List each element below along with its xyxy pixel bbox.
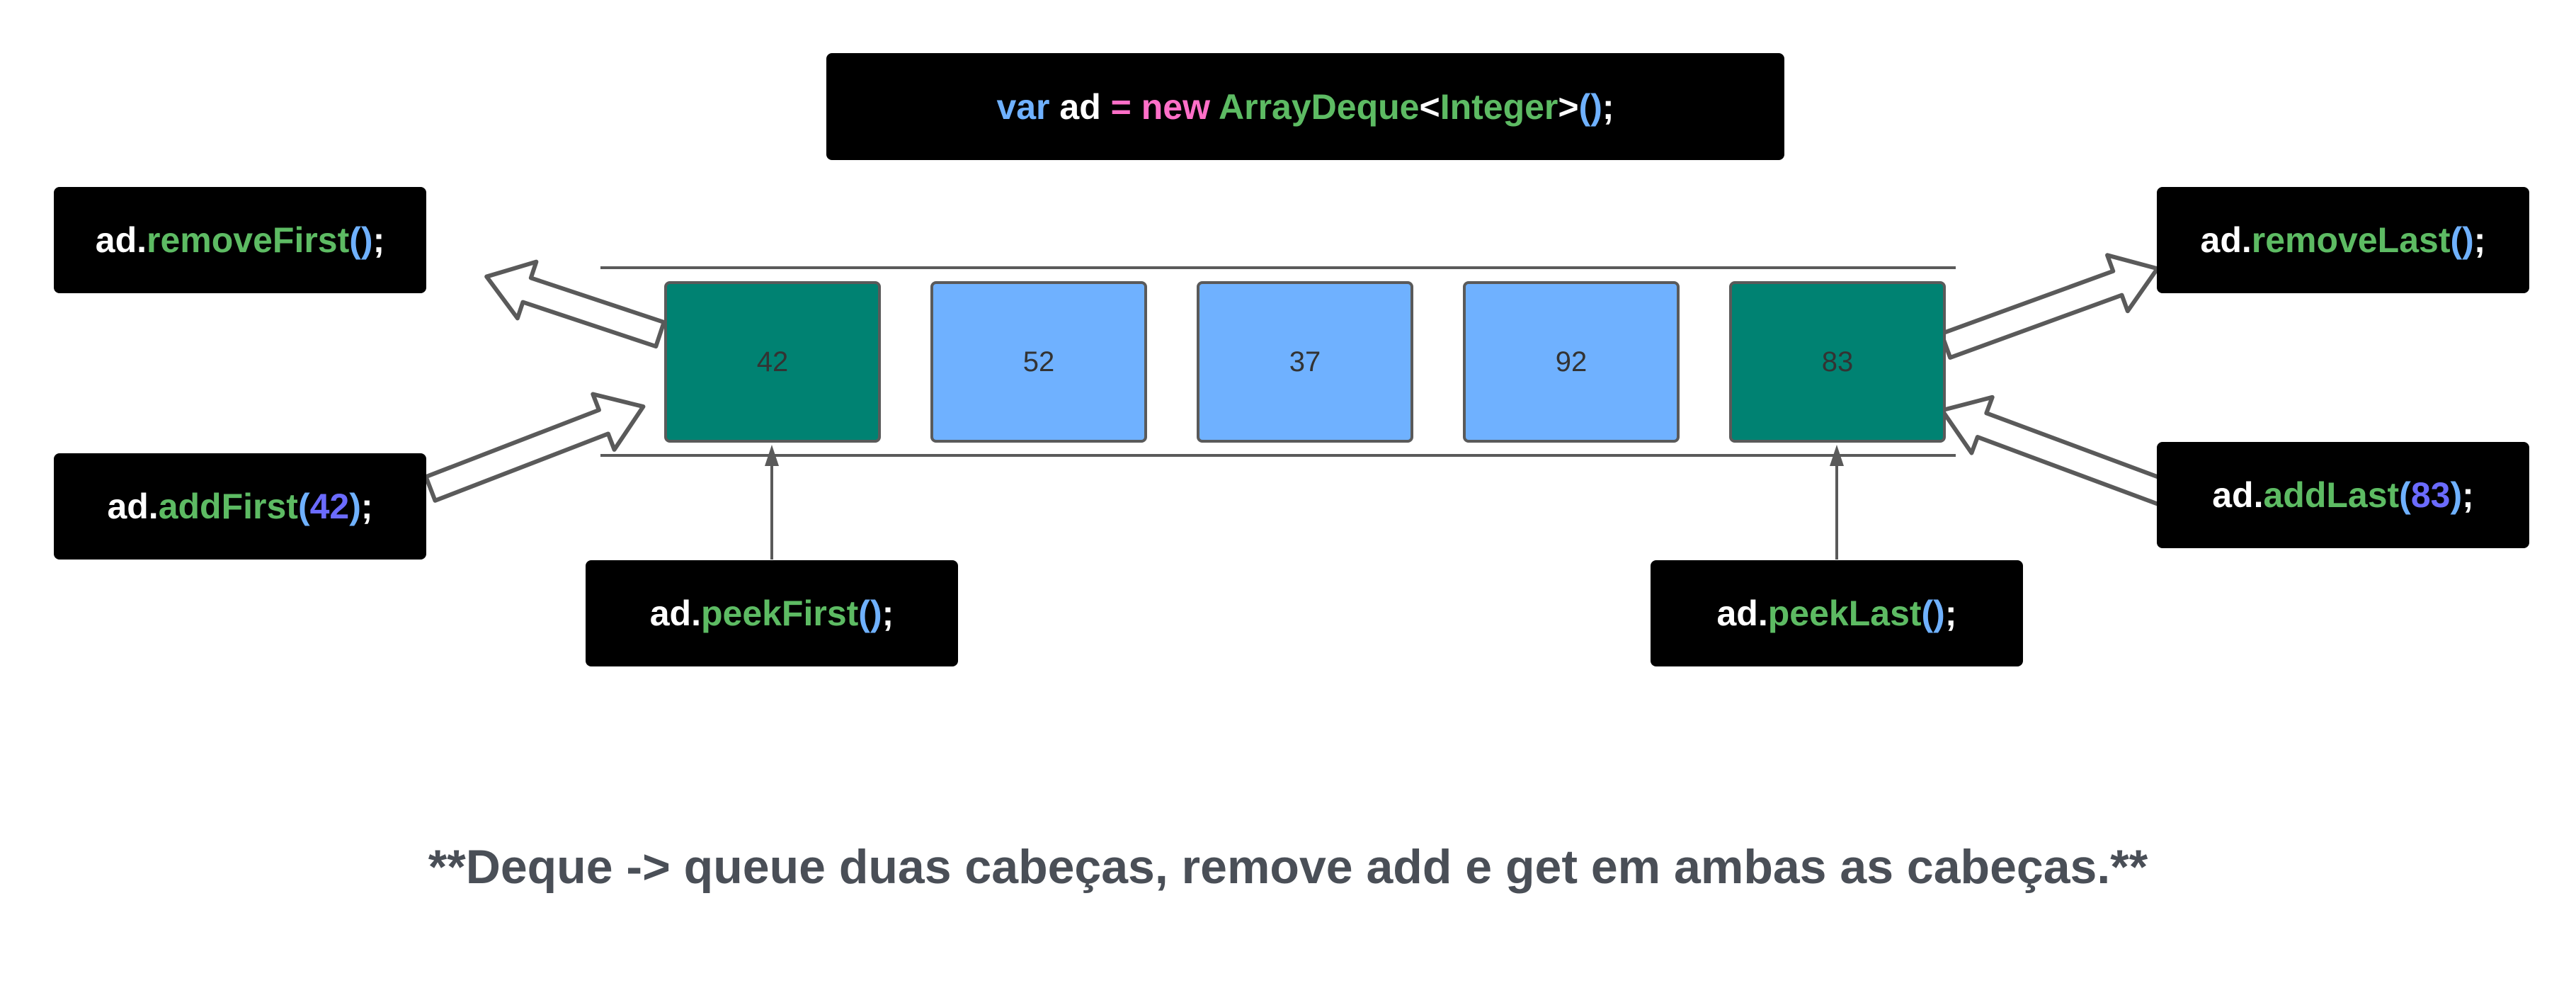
code-token: peekLast bbox=[1767, 594, 1922, 633]
code-token: Integer bbox=[1440, 86, 1558, 127]
code-token: 42 bbox=[309, 487, 350, 526]
code-token: removeFirst bbox=[147, 220, 350, 260]
code-token: ad. bbox=[2212, 475, 2264, 515]
code-token: ad. bbox=[649, 594, 701, 633]
peek-last-arrow bbox=[1830, 445, 1844, 560]
code-token: ) bbox=[2450, 475, 2463, 515]
code-token: () bbox=[349, 220, 373, 260]
code-token: ad. bbox=[107, 487, 159, 526]
code-token: ad. bbox=[95, 220, 147, 260]
deque-cell: 37 bbox=[1197, 281, 1413, 443]
code-token: ( bbox=[297, 487, 310, 526]
code-token: addFirst bbox=[158, 487, 298, 526]
code-token: addLast bbox=[2263, 475, 2400, 515]
code-token: peekFirst bbox=[700, 594, 859, 633]
code-token: > bbox=[1558, 86, 1579, 127]
code-token: < bbox=[1419, 86, 1440, 127]
code-token: removeLast bbox=[2251, 220, 2451, 260]
code-token: () bbox=[1578, 86, 1602, 127]
code-token: var bbox=[996, 86, 1050, 127]
peek-first-code-box: ad. peekFirst(); bbox=[586, 560, 958, 666]
deque-cell: 52 bbox=[930, 281, 1147, 443]
remove-last-code-box: ad. removeLast(); bbox=[2157, 187, 2529, 293]
deque-cell-tail: 83 bbox=[1729, 281, 1946, 443]
code-token: ) bbox=[349, 487, 361, 526]
remove-first-arrow bbox=[484, 259, 666, 349]
code-token: ; bbox=[2462, 475, 2474, 515]
code-token: ad. bbox=[2200, 220, 2252, 260]
peek-last-code-box: ad. peekLast(); bbox=[1651, 560, 2023, 666]
code-token: ad. bbox=[1716, 594, 1768, 633]
code-token: ; bbox=[372, 220, 385, 260]
code-token: ( bbox=[2399, 475, 2411, 515]
code-token: ad bbox=[1049, 86, 1111, 127]
code-token: ; bbox=[1944, 594, 1957, 633]
add-first-arrow bbox=[423, 392, 646, 503]
code-token: = new bbox=[1110, 86, 1210, 127]
code-token: ; bbox=[882, 594, 894, 633]
add-last-arrow bbox=[1939, 394, 2170, 506]
code-token: ; bbox=[1602, 86, 1614, 127]
constructor-code-box: var ad = new ArrayDeque < Integer >(); bbox=[826, 53, 1784, 160]
caption: **Deque -> queue duas cabeças, remove ad… bbox=[428, 840, 2148, 894]
code-token: 83 bbox=[2410, 475, 2451, 515]
code-token: () bbox=[2450, 220, 2474, 260]
deque-cell-head: 42 bbox=[664, 281, 881, 443]
peek-first-arrow bbox=[765, 445, 779, 560]
code-token: ArrayDeque bbox=[1210, 86, 1420, 127]
code-token: () bbox=[858, 594, 882, 633]
code-token: ; bbox=[360, 487, 373, 526]
add-first-code-box: ad. addFirst(42); bbox=[54, 453, 426, 560]
code-token: () bbox=[1921, 594, 1945, 633]
remove-first-code-box: ad. removeFirst(); bbox=[54, 187, 426, 293]
deque-cell: 92 bbox=[1463, 281, 1680, 443]
remove-last-arrow bbox=[1939, 253, 2160, 360]
add-last-code-box: ad. addLast(83); bbox=[2157, 442, 2529, 548]
code-token: ; bbox=[2473, 220, 2486, 260]
